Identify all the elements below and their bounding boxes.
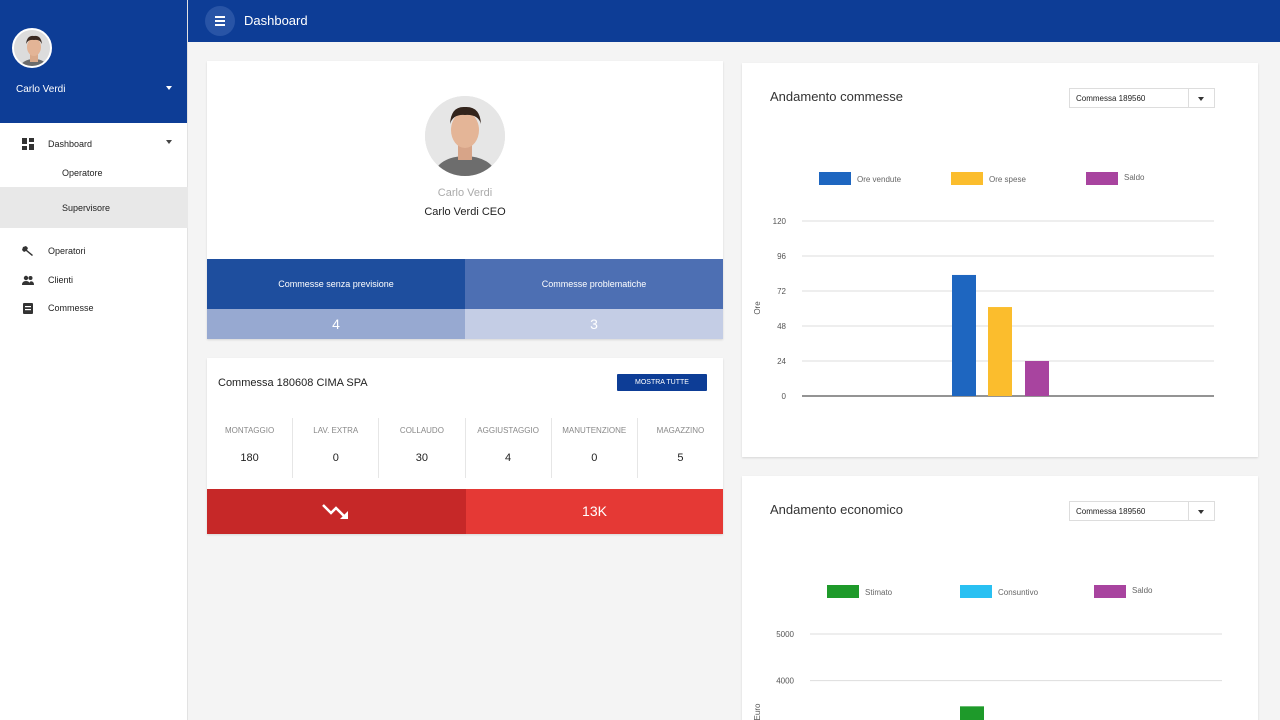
y-axis-label: Euro <box>753 703 762 720</box>
bar-saldo <box>1025 361 1049 396</box>
sidebar-subitem-label: Operatore <box>62 168 103 178</box>
phase-label: MANUTENZIONE <box>562 426 627 435</box>
dashboard-icon <box>22 138 34 150</box>
profile-avatar <box>425 96 505 176</box>
commessa-card: Commessa 180608 CIMA SPA MOSTRA TUTTE MO… <box>207 358 723 534</box>
sidebar-subitem-supervisore[interactable]: Supervisore <box>0 187 188 228</box>
sidebar-item-commesse[interactable]: Commesse <box>0 294 188 322</box>
chart-card-andamento-commesse: Andamento commesse Commessa 189560 Ore v… <box>742 63 1258 457</box>
bar-stimato <box>960 706 984 720</box>
wrench-icon <box>22 246 33 256</box>
chart-card-andamento-economico: Andamento economico Commessa 189560 Stim… <box>742 476 1258 720</box>
phase-label: LAV. EXTRA <box>313 426 359 435</box>
trend-indicator <box>207 489 466 534</box>
avatar-image <box>425 96 505 176</box>
chart-andamento-commesse: Ore vendute Ore spese Saldo 0 24 48 72 96 120 Ore <box>753 172 1214 401</box>
trending-down-icon <box>322 504 348 519</box>
bar-ore-spese <box>988 307 1012 396</box>
stat-commesse-senza-previsione[interactable]: Commesse senza previsione 4 <box>207 259 465 339</box>
top-bar: Dashboard <box>188 0 1280 42</box>
profile-name: Carlo Verdi <box>437 187 493 199</box>
legend-swatch <box>819 172 851 185</box>
stat-label: Commesse problematiche <box>465 259 723 309</box>
legend-label: Stimato <box>865 588 893 597</box>
people-icon <box>22 275 34 285</box>
profile-card: Carlo Verdi Carlo Verdi CEO Commesse sen… <box>207 61 723 339</box>
y-tick-label: 4000 <box>776 677 794 686</box>
profile-role: Carlo Verdi CEO <box>424 206 506 218</box>
sidebar-item-operatori[interactable]: Operatori <box>0 237 188 265</box>
sidebar-avatar[interactable] <box>12 28 52 68</box>
dashboard-caret-icon <box>166 140 172 144</box>
page-title: Dashboard <box>244 13 308 28</box>
menu-icon[interactable] <box>205 6 235 36</box>
clipboard-icon <box>23 303 33 314</box>
stat-label: Commesse senza previsione <box>207 259 465 309</box>
phase-value: 4 <box>505 452 512 464</box>
legend-swatch <box>1086 172 1118 185</box>
phase-label: MONTAGGIO <box>224 426 275 435</box>
avatar-image <box>14 30 50 66</box>
legend-swatch <box>827 585 859 598</box>
phase-value: 0 <box>332 452 339 464</box>
y-tick-label: 48 <box>777 322 786 331</box>
sidebar-subitem-label: Supervisore <box>62 203 111 213</box>
phase-label: AGGIUSTAGGIO <box>477 426 539 435</box>
legend-label: Ore spese <box>989 175 1026 184</box>
phase-value: 0 <box>591 452 598 464</box>
y-tick-label: 0 <box>782 392 787 401</box>
legend-swatch <box>960 585 992 598</box>
legend-swatch <box>951 172 983 185</box>
y-tick-label: 72 <box>777 287 786 296</box>
mostra-tutte-button[interactable]: MOSTRA TUTTE <box>617 374 707 391</box>
trend-value: 13K <box>466 489 723 534</box>
sidebar-subitem-operatore[interactable]: Operatore <box>0 158 188 186</box>
stat-value: 4 <box>207 309 465 339</box>
phases-row: MONTAGGIO 180 LAV. EXTRA 0 COLLAUDO 30 A… <box>207 418 723 478</box>
legend-label: Ore vendute <box>857 175 902 184</box>
legend-label: Saldo <box>1124 173 1145 182</box>
phase-montaggio: MONTAGGIO 180 <box>207 418 294 478</box>
phase-label: MAGAZZINO <box>656 426 705 435</box>
phase-manutenzione: MANUTENZIONE 0 <box>552 418 638 478</box>
phase-collaudo: COLLAUDO 30 <box>379 418 466 478</box>
legend-label: Saldo <box>1132 586 1153 595</box>
chart-andamento-economico: StimatoConsuntivoSaldo300040005000Euro <box>753 585 1222 720</box>
user-menu-caret-icon[interactable] <box>166 86 172 90</box>
phase-value: 5 <box>677 452 684 464</box>
y-tick-label: 96 <box>777 252 786 261</box>
phase-lav-extra: LAV. EXTRA 0 <box>293 418 380 478</box>
y-tick-label: 24 <box>777 357 786 366</box>
y-tick-label: 120 <box>773 217 787 226</box>
legend-swatch <box>1094 585 1126 598</box>
phase-value: 30 <box>415 452 429 464</box>
sidebar-item-dashboard[interactable]: Dashboard <box>0 130 188 158</box>
sidebar-item-label: Clienti <box>48 275 74 285</box>
y-axis-label: Ore <box>753 301 762 315</box>
sidebar-item-label: Dashboard <box>48 139 93 149</box>
phase-aggiustaggio: AGGIUSTAGGIO 4 <box>466 418 552 478</box>
stat-commesse-problematiche[interactable]: Commesse problematiche 3 <box>465 259 723 339</box>
stat-value: 3 <box>465 309 723 339</box>
sidebar: Carlo Verdi Dashboard Operatore Supervis… <box>0 0 188 720</box>
phase-value: 180 <box>240 452 259 464</box>
bar-ore-vendute <box>952 274 976 396</box>
sidebar-user-name[interactable]: Carlo Verdi <box>16 84 65 95</box>
sidebar-item-clienti[interactable]: Clienti <box>0 266 188 294</box>
legend-label: Consuntivo <box>998 588 1039 597</box>
sidebar-user-header: Carlo Verdi <box>0 0 187 123</box>
phase-label: COLLAUDO <box>399 426 444 435</box>
sidebar-item-label: Commesse <box>48 303 94 313</box>
y-tick-label: 5000 <box>776 630 794 639</box>
sidebar-item-label: Operatori <box>48 246 86 256</box>
commessa-title: Commessa 180608 CIMA SPA <box>218 377 368 389</box>
phase-magazzino: MAGAZZINO 5 <box>638 418 723 478</box>
